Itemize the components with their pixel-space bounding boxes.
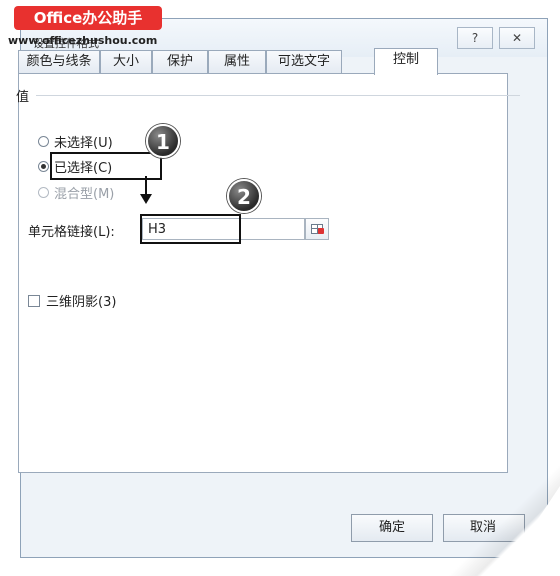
- ok-button[interactable]: 确定: [351, 514, 433, 542]
- page-curl: [500, 486, 560, 576]
- radio-mixed-label: 混合型(M): [54, 186, 115, 202]
- tab-control[interactable]: 控制: [374, 48, 438, 75]
- annotation-arrow-head: [140, 194, 152, 204]
- shading-checkbox-row[interactable]: 三维阴影(3): [28, 291, 116, 310]
- tab-properties[interactable]: 属性: [208, 50, 266, 74]
- cell-link-label: 单元格链接(L):: [28, 225, 115, 240]
- radio-unchecked-label: 未选择(U): [54, 135, 113, 151]
- step-1-badge: 1: [146, 124, 180, 158]
- radio-mixed-indicator: [38, 186, 49, 198]
- radio-unchecked-indicator[interactable]: [38, 135, 49, 147]
- shading-checkbox[interactable]: [28, 294, 40, 307]
- tab-protection[interactable]: 保护: [152, 50, 208, 74]
- shading-label: 三维阴影(3): [46, 295, 117, 310]
- value-group-label: 值: [16, 90, 30, 105]
- radio-mixed: 混合型(M): [38, 183, 115, 202]
- radio-unchecked[interactable]: 未选择(U): [38, 132, 113, 151]
- watermark-logo: Office办公助手: [14, 6, 162, 30]
- tab-colors-lines[interactable]: 颜色与线条: [18, 50, 100, 74]
- close-button[interactable]: ✕: [499, 27, 535, 49]
- range-select-button[interactable]: [305, 218, 329, 240]
- annotation-box-cell-link: [140, 214, 241, 244]
- tab-alt-text[interactable]: 可选文字: [266, 50, 342, 74]
- annotation-arrow-shaft: [145, 176, 147, 196]
- tab-size[interactable]: 大小: [100, 50, 152, 74]
- range-marker-icon: [318, 228, 324, 234]
- watermark-url: www.officezhushou.com: [8, 34, 158, 47]
- radio-checked-indicator[interactable]: [38, 160, 49, 172]
- help-button[interactable]: ?: [457, 27, 493, 49]
- step-2-badge: 2: [227, 179, 261, 213]
- group-divider: [36, 95, 520, 96]
